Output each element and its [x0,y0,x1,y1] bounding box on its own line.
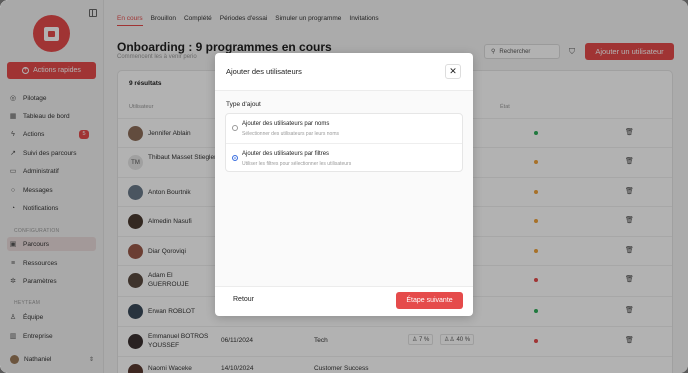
radio-by-filters[interactable] [232,155,238,161]
add-users-dialog: Ajouter des utilisateurs ✕ Type d'ajout … [215,53,473,316]
option-description: Sélectionner des utilisateurs par leurs … [242,131,339,137]
dialog-body: Type d'ajout Ajouter des utilisateurs pa… [215,91,473,286]
option-by-names[interactable]: Ajouter des utilisateurs par noms Sélect… [226,114,462,143]
add-type-label: Type d'ajout [226,101,261,108]
next-step-button[interactable]: Étape suivante [396,292,463,309]
back-button[interactable]: Retour [233,296,254,303]
dialog-footer: Retour Étape suivante [215,286,473,316]
option-description: Utiliser les filtres pour sélectionner l… [242,161,352,167]
close-button[interactable]: ✕ [445,64,461,79]
close-icon: ✕ [449,66,457,76]
add-type-options: Ajouter des utilisateurs par noms Sélect… [225,113,463,172]
app-window: + Actions rapides ◎ Pilotage ▦ Tableau de … [0,0,688,373]
option-title: Ajouter des utilisateurs par noms [242,121,330,127]
option-by-filters[interactable]: Ajouter des utilisateurs par filtres Uti… [226,143,462,172]
radio-by-names[interactable] [232,125,238,131]
option-title: Ajouter des utilisateurs par filtres [242,151,330,157]
dialog-header: Ajouter des utilisateurs ✕ [215,53,473,91]
dialog-title: Ajouter des utilisateurs [226,67,302,76]
